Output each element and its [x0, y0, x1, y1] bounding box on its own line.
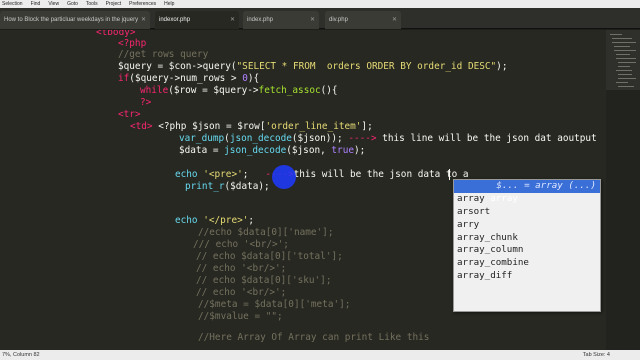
minimap[interactable] [606, 30, 640, 350]
status-bar: 7%, Column 82 Tab Size: 4 [0, 350, 640, 360]
minimap-line [618, 78, 636, 79]
cursor-position: 7%, Column 82 [2, 352, 40, 358]
code-line: //get rows query [118, 49, 209, 60]
code-line: /// echo '<br/>'; [193, 239, 289, 250]
menu-view[interactable]: View [48, 0, 59, 8]
minimap-line [618, 74, 632, 75]
minimap-line [618, 66, 630, 67]
tab-bar: How to Block the particluar weekdays in … [0, 8, 640, 29]
tab-label: div.php [329, 17, 348, 23]
close-icon[interactable]: ✕ [230, 11, 235, 29]
code-line: ?> [140, 97, 152, 108]
minimap-line [618, 86, 634, 87]
minimap-line [610, 34, 622, 35]
code-line: var_dump(json_decode($json)); ----> this… [179, 133, 597, 144]
code-line: //$mvalue = ""; [198, 311, 283, 322]
code-line: echo '</pre>'; [175, 215, 255, 226]
code-line: // echo $data[0]['total']; [196, 251, 343, 262]
autocomplete-item[interactable]: array [454, 193, 600, 206]
menu-goto[interactable]: Goto [67, 0, 78, 8]
tab-label: How to Block the particluar weekdays in … [4, 17, 139, 23]
code-line: $data = json_decode($json, true); [179, 145, 366, 156]
minimap-line [614, 46, 630, 47]
mouse-pointer-highlight [272, 165, 296, 189]
tab-label: indexor.php [159, 17, 191, 23]
close-icon[interactable]: ✕ [141, 11, 146, 29]
autocomplete-item[interactable]: arry [454, 219, 600, 232]
menu-help[interactable]: Help [164, 0, 174, 8]
autocomplete-hint: $... = array (...) [496, 180, 596, 191]
minimap-line [612, 38, 632, 39]
minimap-line [616, 54, 630, 55]
autocomplete-item[interactable]: array_chunk [454, 232, 600, 245]
close-icon[interactable]: ✕ [310, 11, 315, 29]
menu-selection[interactable]: Selection [2, 0, 23, 8]
tab-div-php[interactable]: div.php ✕ [325, 11, 401, 29]
tab-index-php[interactable]: index.php ✕ [243, 11, 319, 29]
tab-label: index.php [247, 17, 274, 23]
tab-indexor-php[interactable]: indexor.php ✕ [155, 11, 239, 29]
code-line: $query = $con->query("SELECT * FROM orde… [118, 61, 508, 72]
minimap-line [616, 70, 632, 71]
code-line: //Here Array Of Array can print Like thi… [198, 332, 430, 343]
autocomplete-item[interactable]: arsort [454, 206, 600, 219]
code-line: //echo $data[0]['name']; [198, 227, 334, 238]
menu-project[interactable]: Project [106, 0, 122, 8]
autocomplete-popup[interactable]: array $... = array (...) array arsort ar… [453, 179, 601, 312]
code-line: //$meta = $data[0]['meta']; [198, 299, 351, 310]
code-line: echo '<pre>'; ---->this will be the json… [175, 169, 469, 180]
code-line: // echo '<br/>'; [196, 287, 287, 298]
minimap-line [614, 50, 636, 51]
code-line: while($row = $query->fetch_assoc(){ [140, 85, 338, 96]
text-caret [449, 169, 450, 180]
code-line: <tr> [118, 109, 141, 120]
code-line: // echo '<br/>'; [196, 263, 287, 274]
autocomplete-item[interactable]: array_diff [454, 270, 600, 283]
minimap-line [618, 62, 636, 63]
menu-preferences[interactable]: Preferences [129, 0, 156, 8]
autocomplete-item[interactable]: array $... = array (...) [454, 180, 600, 204]
autocomplete-item[interactable]: array_combine [454, 257, 600, 270]
menu-bar: Selection Find View Goto Tools Project P… [0, 0, 640, 8]
menu-tools[interactable]: Tools [86, 0, 98, 8]
code-line: <td> <?php $json = $row['order_line_item… [130, 121, 373, 132]
tab-block-weekdays[interactable]: How to Block the particluar weekdays in … [0, 11, 150, 29]
tab-size[interactable]: Tab Size: 4 [583, 350, 610, 360]
minimap-line [616, 58, 636, 59]
code-line: print_r($data); [185, 181, 270, 192]
minimap-line [616, 82, 628, 83]
code-line: // echo $data[0]['sku']; [196, 275, 332, 286]
close-icon[interactable]: ✕ [392, 11, 397, 29]
menu-find[interactable]: Find [31, 0, 41, 8]
code-editor[interactable]: <tbody> <?php //get rows query $query = … [0, 30, 640, 350]
autocomplete-item[interactable]: array_column [454, 244, 600, 257]
minimap-line [612, 42, 636, 43]
code-line: if($query->num_rows > 0){ [118, 73, 260, 84]
minimap-viewport[interactable] [606, 30, 640, 90]
